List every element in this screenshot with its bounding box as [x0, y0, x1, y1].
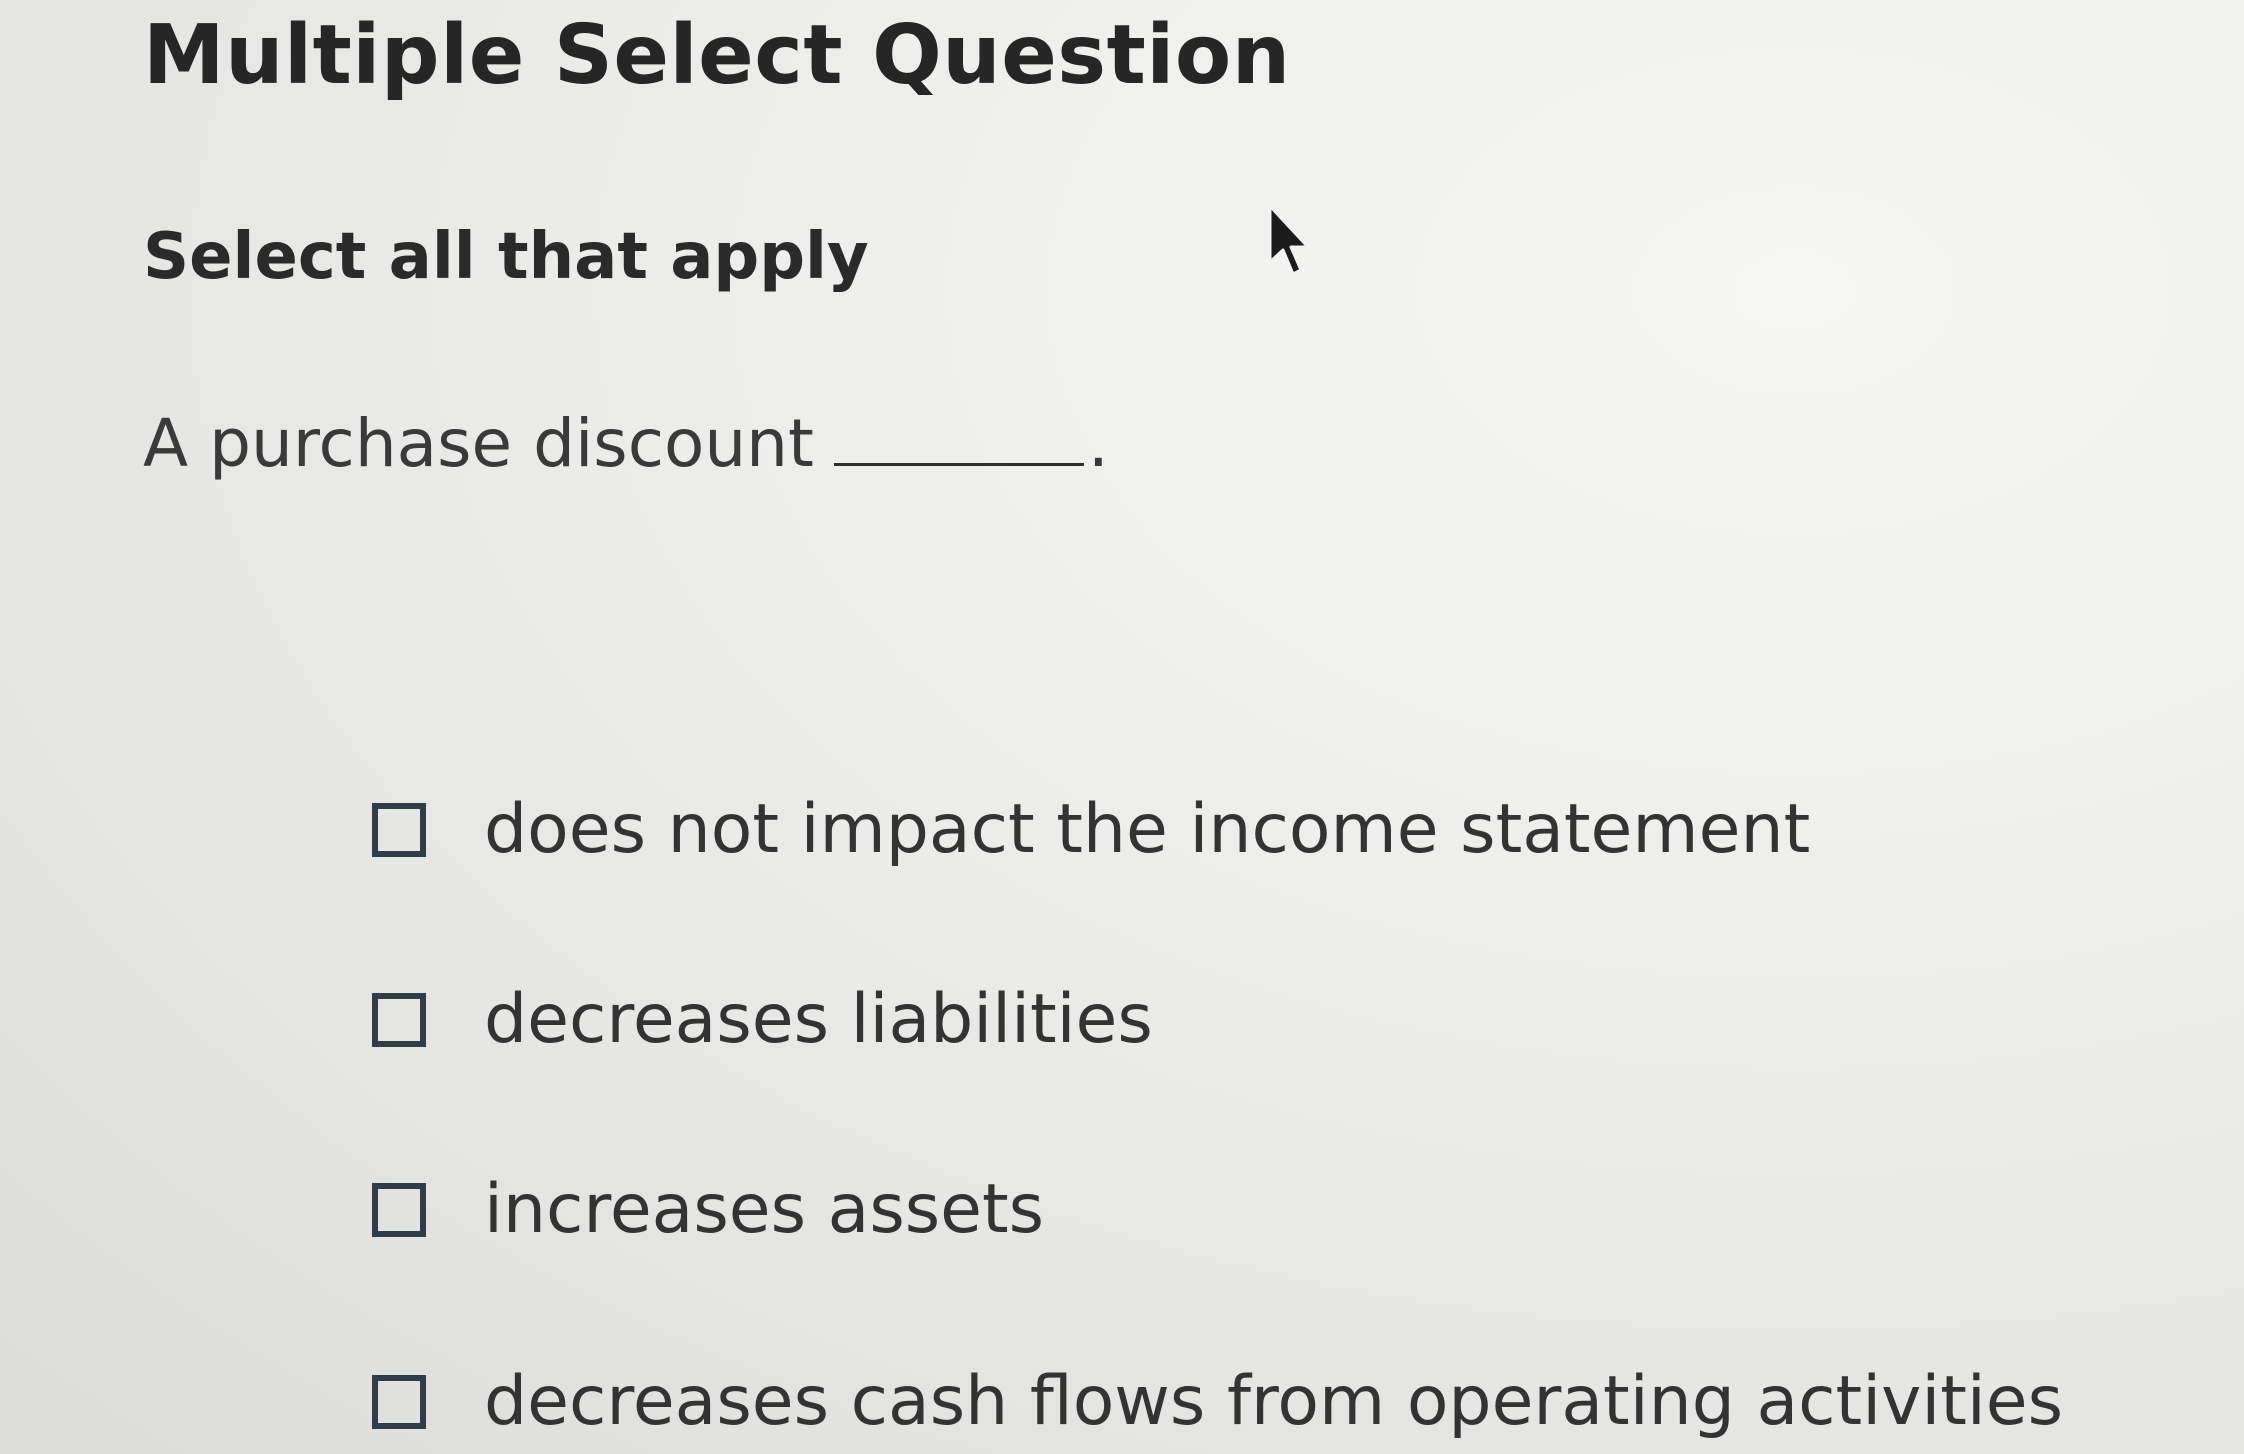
option-label[interactable]: decreases liabilities: [484, 980, 1153, 1059]
checkbox-icon[interactable]: [372, 1182, 426, 1237]
question-prompt: A purchase discount .: [143, 405, 1109, 482]
option-does-not-impact-income-statement[interactable]: does not impact the income statement: [372, 790, 1810, 869]
answer-blank: [833, 459, 1084, 466]
mouse-pointer-icon: [1268, 204, 1310, 276]
checkbox-icon[interactable]: [372, 1374, 426, 1429]
question-suffix: .: [1087, 405, 1109, 482]
question-text: A purchase discount: [143, 405, 814, 482]
question-page: Multiple Select Question Select all that…: [0, 0, 2244, 1454]
page-title: Multiple Select Question: [143, 8, 1291, 103]
option-label[interactable]: decreases cash flows from operating acti…: [484, 1362, 2063, 1441]
checkbox-icon[interactable]: [372, 992, 426, 1047]
instruction-text: Select all that apply: [143, 220, 869, 294]
option-increases-assets[interactable]: increases assets: [372, 1170, 1044, 1249]
option-decreases-cash-flows-operating[interactable]: decreases cash flows from operating acti…: [372, 1362, 2063, 1441]
option-label[interactable]: does not impact the income statement: [484, 790, 1810, 869]
option-decreases-liabilities[interactable]: decreases liabilities: [372, 980, 1153, 1059]
option-label[interactable]: increases assets: [484, 1170, 1044, 1249]
checkbox-icon[interactable]: [372, 802, 426, 857]
